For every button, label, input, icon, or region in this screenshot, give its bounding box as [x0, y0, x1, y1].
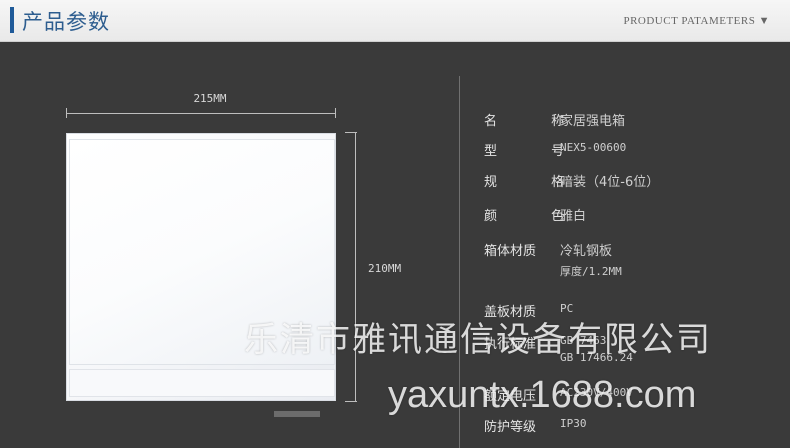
- height-tick-bottom: [345, 401, 357, 402]
- height-dimension-line: [355, 132, 356, 402]
- spec-value: NEX5-00600: [560, 141, 627, 154]
- spec-value: 雅白: [560, 209, 587, 224]
- width-tick-right: [335, 108, 336, 118]
- spec-label: 防护等级: [484, 420, 537, 435]
- height-tick-top: [345, 132, 357, 133]
- section-header: 产品参数 PRODUCT PATAMETERS ▼: [0, 0, 790, 42]
- box-bottom-strip: [69, 369, 335, 397]
- spec-label: 规 格: [484, 175, 590, 190]
- section-title: 产品参数: [22, 10, 110, 34]
- company-watermark: 乐清市雅讯通信设备有限公司: [244, 320, 712, 360]
- spec-label: 颜 色: [484, 209, 590, 224]
- width-dimension-line: [66, 113, 336, 114]
- url-watermark: yaxuntx.1688.com: [388, 374, 697, 416]
- section-subtitle: PRODUCT PATAMETERS ▼: [623, 15, 770, 27]
- spec-label: 箱体材质: [484, 244, 537, 259]
- height-dimension-label: 210MM: [368, 262, 402, 275]
- spec-label: 型 号: [484, 144, 590, 159]
- brand-logo-plate: [274, 411, 320, 417]
- spec-value: 家居强电箱: [560, 114, 626, 129]
- spec-value-secondary: 厚度/1.2MM: [560, 265, 622, 278]
- spec-value: IP30: [560, 417, 587, 430]
- spec-value: 冷轧钢板: [560, 244, 613, 259]
- spec-value: 暗装（4位-6位）: [560, 175, 660, 190]
- width-tick-left: [66, 108, 67, 118]
- header-accent-bar: [10, 7, 14, 33]
- width-dimension-label: 215MM: [193, 92, 227, 105]
- spec-label: 名 称: [484, 114, 590, 129]
